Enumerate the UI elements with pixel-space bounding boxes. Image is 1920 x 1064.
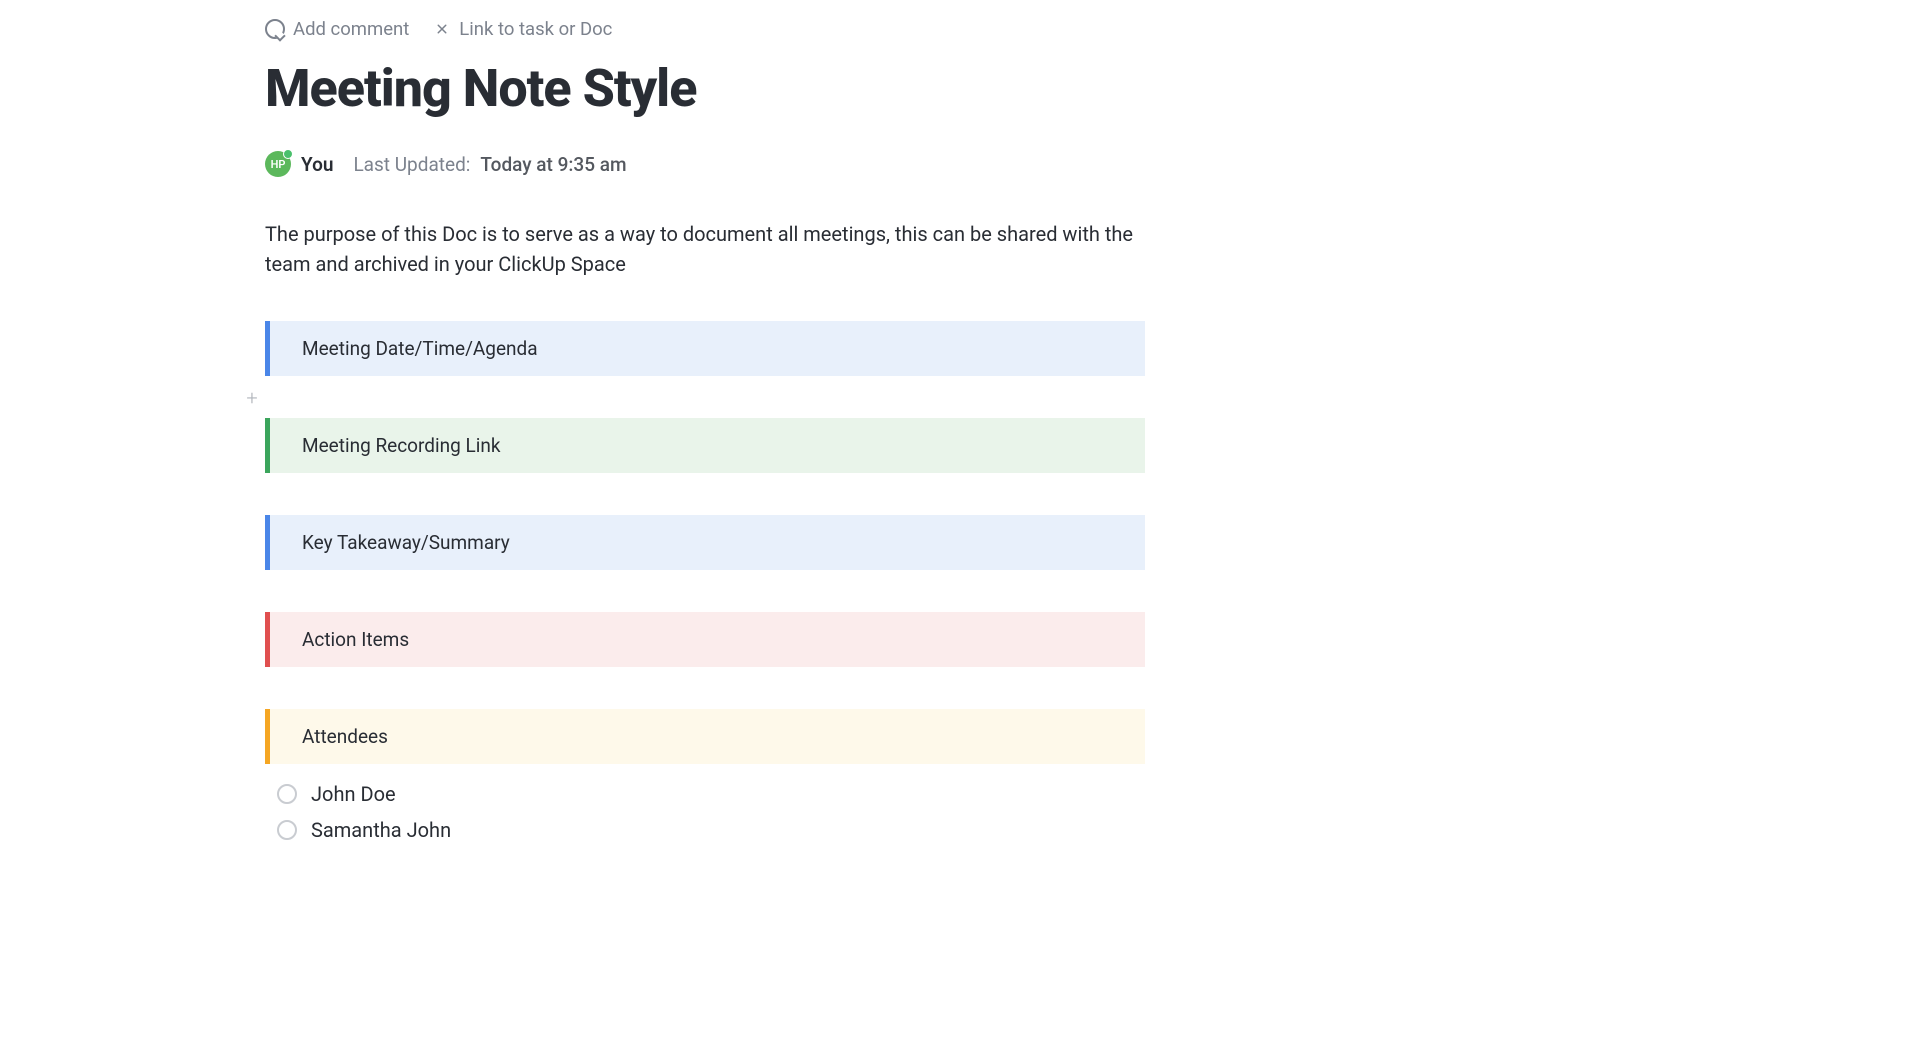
callout-action-items-label: Action Items <box>302 628 409 651</box>
callout-summary-label: Key Takeaway/Summary <box>302 531 510 554</box>
list-item[interactable]: Samantha John <box>265 812 1145 848</box>
updated-label: Last Updated: <box>353 153 470 176</box>
radio-icon[interactable] <box>277 820 297 840</box>
callout-wrapper-actions: Action Items <box>265 612 1200 667</box>
callout-recording[interactable]: Meeting Recording Link <box>265 418 1145 473</box>
callout-attendees[interactable]: Attendees <box>265 709 1145 764</box>
add-block-button[interactable]: + <box>243 389 261 407</box>
author-name: You <box>301 153 333 176</box>
top-actions-bar: Add comment Link to task or Doc <box>265 18 1200 40</box>
callout-wrapper-datetime: Meeting Date/Time/Agenda + <box>265 321 1200 376</box>
callout-recording-label: Meeting Recording Link <box>302 434 500 457</box>
link-icon <box>433 20 451 38</box>
content-area: Meeting Date/Time/Agenda + Meeting Recor… <box>265 321 1200 848</box>
comment-icon <box>265 19 285 39</box>
radio-icon[interactable] <box>277 784 297 804</box>
callout-attendees-label: Attendees <box>302 725 388 748</box>
attendees-section: Attendees John Doe Samantha John <box>265 709 1145 848</box>
link-task-label: Link to task or Doc <box>459 18 612 40</box>
meta-row: HP You Last Updated: Today at 9:35 am <box>265 151 1200 177</box>
document-container: Add comment Link to task or Doc Meeting … <box>0 0 1200 848</box>
page-title[interactable]: Meeting Note Style <box>265 58 1200 119</box>
avatar[interactable]: HP <box>265 151 291 177</box>
callout-wrapper-summary: Key Takeaway/Summary <box>265 515 1200 570</box>
callout-action-items[interactable]: Action Items <box>265 612 1145 667</box>
description-text[interactable]: The purpose of this Doc is to serve as a… <box>265 219 1145 279</box>
add-comment-label: Add comment <box>293 18 409 40</box>
list-item[interactable]: John Doe <box>265 776 1145 812</box>
link-task-button[interactable]: Link to task or Doc <box>433 18 612 40</box>
callout-datetime[interactable]: Meeting Date/Time/Agenda <box>265 321 1145 376</box>
callout-wrapper-recording: Meeting Recording Link <box>265 418 1200 473</box>
updated-time: Today at 9:35 am <box>480 153 626 176</box>
attendee-name: Samantha John <box>311 818 451 842</box>
add-comment-button[interactable]: Add comment <box>265 18 409 40</box>
attendee-name: John Doe <box>311 782 396 806</box>
callout-summary[interactable]: Key Takeaway/Summary <box>265 515 1145 570</box>
callout-datetime-label: Meeting Date/Time/Agenda <box>302 337 538 360</box>
